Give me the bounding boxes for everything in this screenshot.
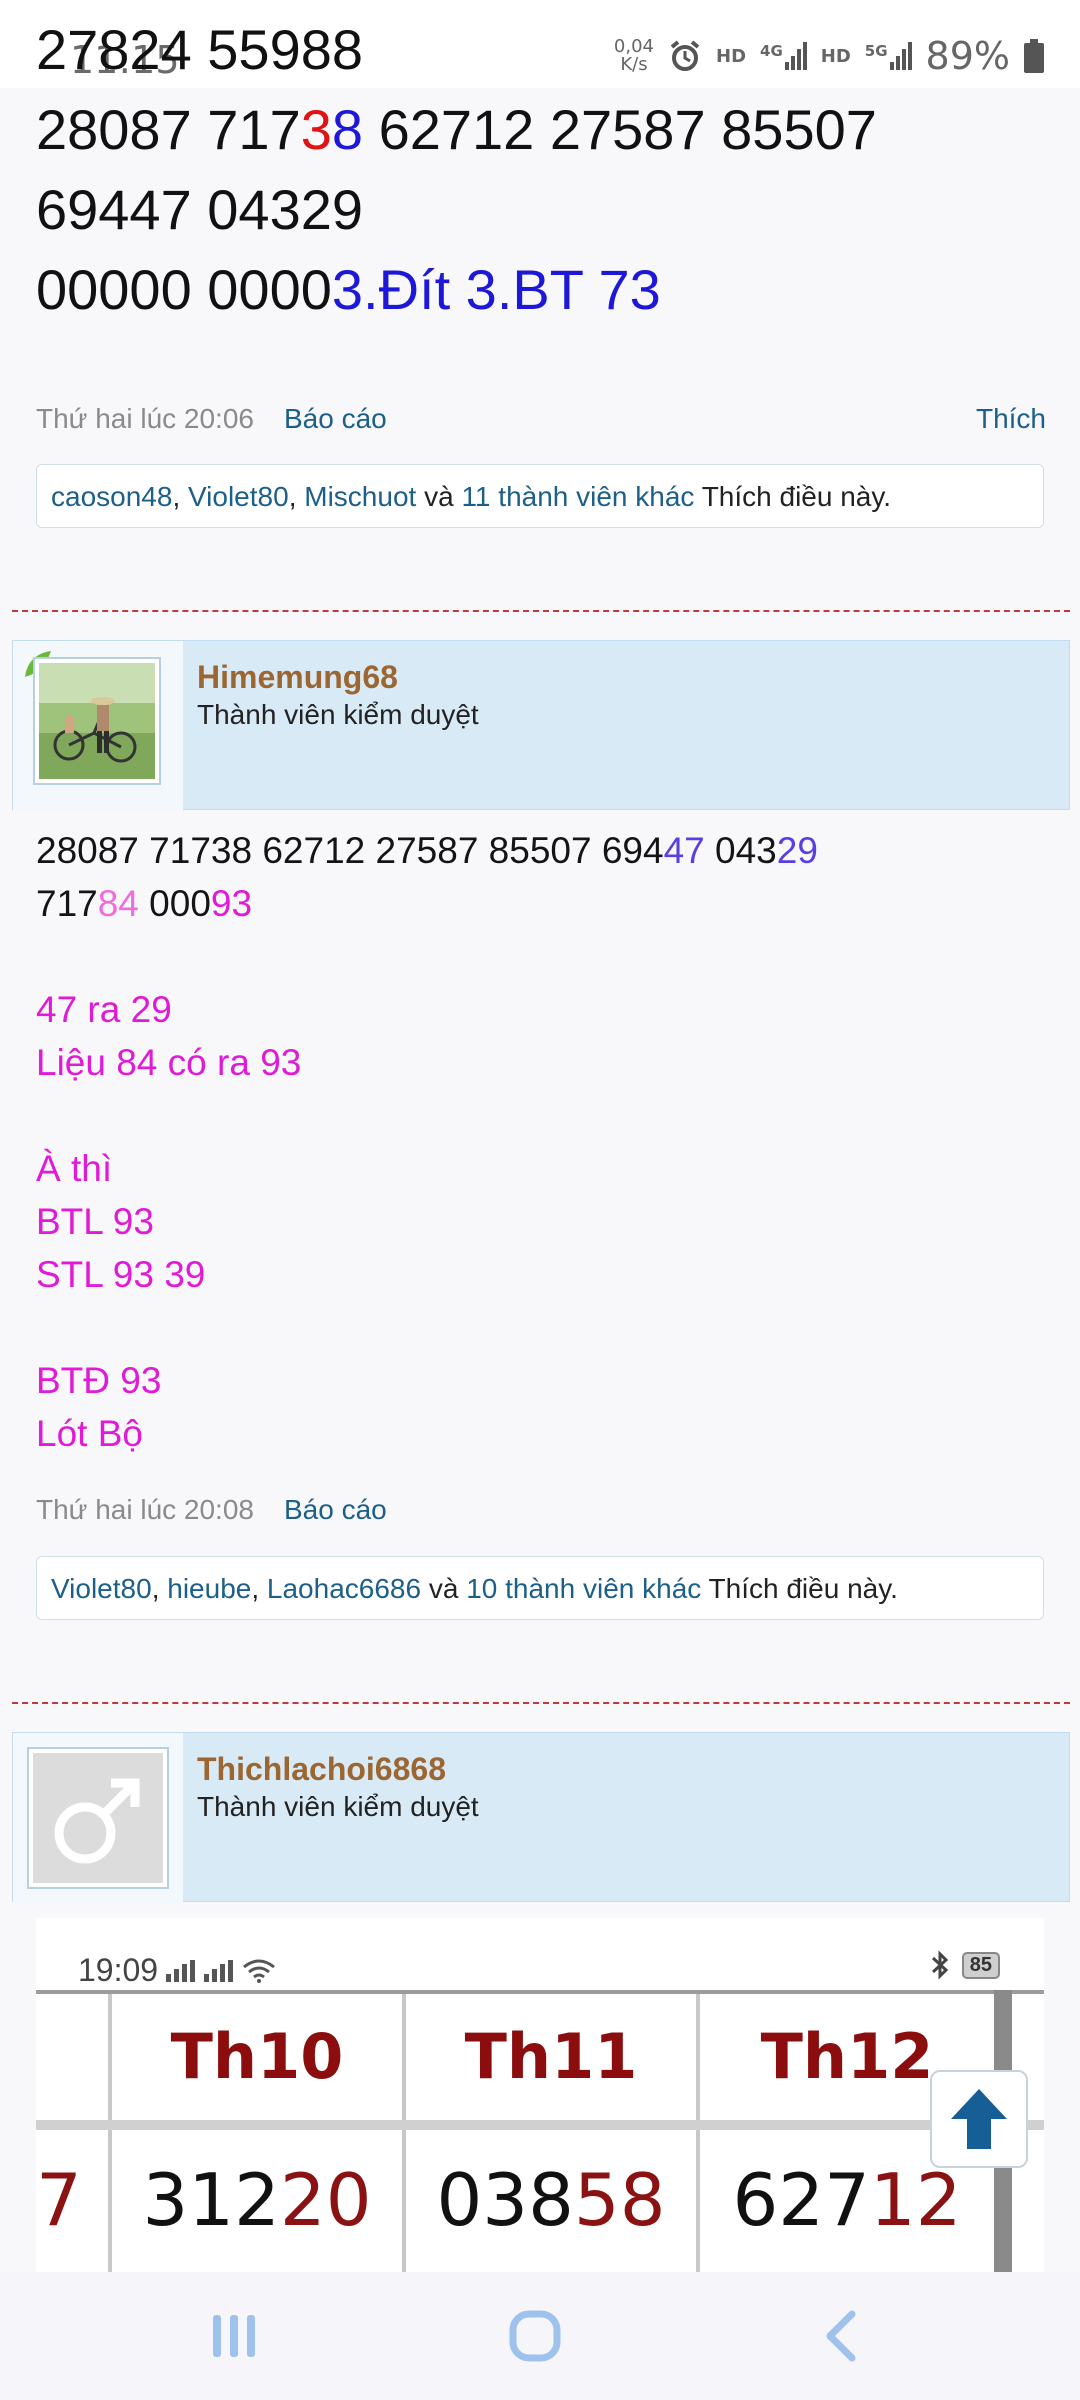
post-1-like-link[interactable]: Thích — [976, 403, 1046, 435]
scroll-to-top-button[interactable] — [930, 2070, 1028, 2168]
post-2-note: 47 ra 29 — [36, 989, 172, 1030]
username-link[interactable]: Himemung68 — [197, 659, 398, 696]
post-2-body: 28087 71738 62712 27587 85507 69447 0432… — [36, 824, 1046, 1460]
post-divider — [12, 610, 1070, 612]
embedded-battery: 85 — [961, 1951, 1000, 1979]
avatar-frame — [13, 1733, 183, 1903]
liker-link[interactable]: Violet80 — [188, 481, 289, 512]
battery-percent: 89% — [925, 34, 1010, 78]
post-1-line-2: 69447 04329 — [36, 178, 364, 241]
bluetooth-icon — [931, 1950, 948, 1980]
post-2-note: Lót Bộ — [36, 1413, 143, 1454]
post-2-note: BTĐ 93 — [36, 1360, 162, 1401]
username-link[interactable]: Thichlachoi6868 — [197, 1751, 446, 1788]
post-2-note: Liệu 84 có ra 93 — [36, 1042, 302, 1083]
table-row-divider — [36, 2120, 1044, 2130]
post-1-line-1: 28087 71738 62712 27587 85507 — [36, 98, 877, 161]
back-icon — [826, 2310, 856, 2362]
signal-icon — [204, 1959, 234, 1982]
home-icon — [509, 2310, 561, 2362]
liker-link[interactable]: hieube — [167, 1573, 251, 1604]
recent-apps-icon — [213, 2315, 255, 2357]
post-divider — [12, 1702, 1070, 1704]
avatar-photo — [39, 663, 155, 779]
post-2-likes-summary: Violet80, hieube, Laohac6686 và 10 thành… — [36, 1556, 1044, 1620]
embedded-time: 19:09 — [78, 1952, 276, 1989]
liker-link[interactable]: Laohac6686 — [267, 1573, 421, 1604]
embedded-status-right: 85 — [930, 1950, 1000, 1980]
arrow-up-icon — [951, 2089, 1007, 2149]
other-likers-link[interactable]: 10 thành viên khác — [466, 1573, 701, 1604]
result-cell: 31220 — [142, 2158, 372, 2242]
liker-link[interactable]: Violet80 — [51, 1573, 152, 1604]
back-button[interactable] — [750, 2272, 930, 2400]
male-default-avatar-icon — [33, 1753, 163, 1883]
user-title: Thành viên kiểm duyệt — [197, 1791, 479, 1822]
wifi-icon — [243, 1959, 276, 1983]
result-cell: 7 — [36, 2158, 82, 2242]
post-1-body: 27824 55988 28087 71738 62712 27587 8550… — [36, 18, 877, 330]
home-button[interactable] — [445, 2272, 625, 2400]
other-likers-link[interactable]: 11 thành viên khác — [461, 481, 694, 512]
avatar[interactable] — [27, 1747, 169, 1889]
liker-link[interactable]: Mischuot — [304, 481, 416, 512]
post-2-timestamp: Thứ hai lúc 20:08 — [36, 1494, 254, 1525]
post-1-report-link[interactable]: Báo cáo — [284, 403, 387, 435]
red-digit: 3 — [300, 98, 332, 161]
post-1-timestamp: Thứ hai lúc 20:06 — [36, 403, 254, 434]
month-header: Th10 — [170, 2020, 344, 2093]
avatar-frame — [13, 641, 183, 811]
post-1-likes-summary: caoson48, Violet80, Mischuot và 11 thành… — [36, 464, 1044, 528]
post-3-user-card: Thichlachoi6868 Thành viên kiểm duyệt — [12, 1732, 1070, 1903]
post-2-line-1: 28087 71738 62712 27587 85507 69447 0432… — [36, 830, 818, 871]
recent-apps-button[interactable] — [144, 2272, 324, 2400]
post-3-attached-image[interactable]: 19:09 85 Th10 Th11 Th12 7 31220 03858 62… — [36, 1918, 1044, 2274]
avatar[interactable] — [33, 657, 161, 785]
post-2-report-link[interactable]: Báo cáo — [284, 1494, 387, 1526]
liker-link[interactable]: caoson48 — [51, 481, 172, 512]
signal-icon — [166, 1959, 196, 1982]
post-1-line-0: 27824 55988 — [36, 18, 364, 81]
post-2-user-card: Himemung68 Thành viên kiểm duyệt — [12, 640, 1070, 811]
user-title: Thành viên kiểm duyệt — [197, 699, 479, 730]
system-navigation-bar — [0, 2272, 1080, 2400]
post-1-line-3: 00000 00003.Đít 3.BT 73 — [36, 258, 661, 321]
embedded-status-bar: 19:09 85 — [36, 1918, 1044, 1988]
blue-digit: 8 — [331, 98, 364, 161]
month-header: Th11 — [464, 2020, 638, 2093]
result-cell: 03858 — [436, 2158, 666, 2242]
post-2-line-2: 71784 00093 — [36, 883, 253, 924]
battery-icon — [1024, 39, 1044, 73]
post-2-note: STL 93 39 — [36, 1254, 206, 1295]
post-2-note: BTL 93 — [36, 1201, 154, 1242]
post-2-note: À thì — [36, 1148, 113, 1189]
